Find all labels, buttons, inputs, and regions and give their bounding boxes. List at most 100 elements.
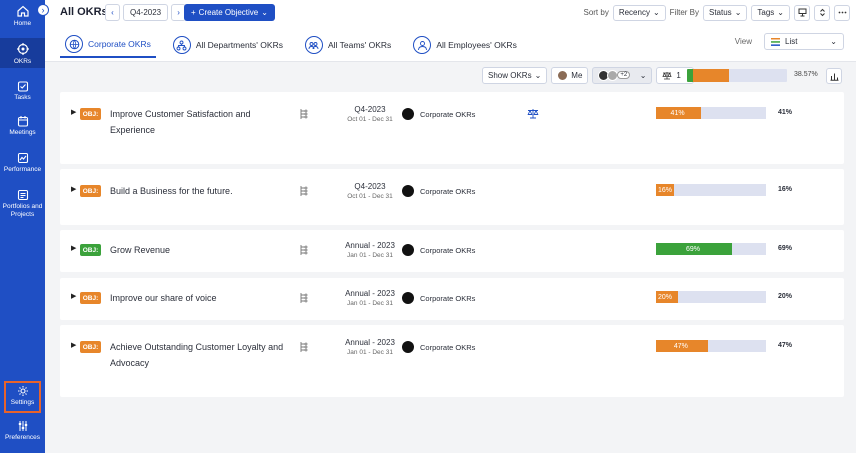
- sidebar-item-portfolios[interactable]: Portfolios and Projects: [0, 189, 45, 225]
- expand-caret-icon[interactable]: ▶: [71, 341, 76, 349]
- tab-employees-okrs[interactable]: All Employees' OKRs: [408, 32, 522, 58]
- quarter-selector[interactable]: Q4-2023: [123, 4, 169, 21]
- sidebar-item-preferences[interactable]: Preferences: [0, 420, 45, 448]
- period-label: Annual - 2023: [345, 241, 395, 250]
- chevron-down-icon: ⌄: [534, 70, 542, 80]
- owner-avatar: [402, 185, 414, 197]
- objective-card[interactable]: ▶ OBJ: Grow Revenue Annual - 2023 Jan 01…: [60, 230, 844, 272]
- owner-avatar: [402, 292, 414, 304]
- sidebar: Home › OKRs Tasks Meetings Performance P…: [0, 0, 49, 453]
- overall-progress-bar: [687, 69, 787, 82]
- tab-label: All Departments' OKRs: [195, 40, 283, 50]
- owner-name: Corporate OKRs: [420, 109, 476, 119]
- period-label: Q4-2023: [354, 182, 386, 191]
- objective-owner[interactable]: Corporate OKRs: [402, 292, 475, 304]
- sort-dropdown[interactable]: Recency ⌄: [612, 4, 666, 21]
- sidebar-item-label: Home: [13, 20, 32, 27]
- tab-corporate-okrs[interactable]: Corporate OKRs: [60, 32, 156, 58]
- sidebar-item-tasks[interactable]: Tasks: [0, 80, 45, 104]
- filter-by-label: Filter By: [669, 8, 699, 17]
- tasks-icon: [17, 81, 28, 92]
- chevron-down-icon: ⌄: [830, 37, 837, 46]
- gear-icon: [17, 386, 28, 396]
- progress-bar-label: 47%: [673, 342, 688, 350]
- tab-departments-okrs[interactable]: All Departments' OKRs: [168, 32, 288, 58]
- tab-teams-okrs[interactable]: All Teams' OKRs: [300, 32, 396, 58]
- view-control: View List ⌄: [735, 33, 844, 50]
- objective-title[interactable]: Build a Business for the future.: [110, 183, 285, 199]
- objective-owner[interactable]: Corporate OKRs: [402, 341, 475, 353]
- hierarchy-icon: [172, 36, 191, 54]
- sidebar-item-label: OKRs: [13, 58, 32, 65]
- sidebar-item-settings[interactable]: Settings: [4, 381, 41, 413]
- expand-caret-icon[interactable]: ▶: [71, 108, 76, 116]
- objective-card[interactable]: ▶ OBJ: Achieve Outstanding Customer Loya…: [60, 325, 844, 397]
- objective-title[interactable]: Improve Customer Satisfaction and Experi…: [110, 106, 285, 138]
- sidebar-toggle-button[interactable]: ›: [37, 4, 49, 16]
- objective-period: Annual - 2023 Jan 01 - Dec 31: [330, 241, 410, 259]
- progress-percent: 41%: [778, 109, 793, 116]
- tags-filter-dropdown[interactable]: Tags ⌄: [751, 4, 790, 21]
- progress-percent: 47%: [778, 342, 793, 349]
- calendar-icon: [17, 116, 28, 127]
- team-icon: [304, 36, 323, 54]
- owner-name: Corporate OKRs: [420, 245, 476, 255]
- view-label: View: [734, 37, 752, 46]
- balance-icon[interactable]: [527, 108, 539, 119]
- create-objective-button[interactable]: + Create Objective ⌄: [184, 4, 275, 21]
- sidebar-item-label: Preferences: [4, 434, 41, 441]
- alignment-tree-icon[interactable]: [298, 185, 308, 197]
- period-dates: Jan 01 - Dec 31: [347, 252, 393, 259]
- presentation-button[interactable]: [794, 4, 810, 21]
- progress-bar-label: 20%: [658, 293, 673, 301]
- more-options-button[interactable]: [834, 4, 850, 21]
- tab-label: Corporate OKRs: [88, 39, 151, 49]
- expand-caret-icon[interactable]: ▶: [71, 185, 76, 193]
- alignment-tree-icon[interactable]: [298, 108, 308, 120]
- chevron-down-icon: ⌄: [652, 8, 660, 17]
- alignment-tree-icon[interactable]: [298, 292, 308, 304]
- objective-title[interactable]: Grow Revenue: [110, 242, 285, 258]
- chevron-down-icon: ⌄: [777, 8, 784, 17]
- expand-caret-icon[interactable]: ▶: [71, 292, 76, 300]
- sidebar-item-okrs[interactable]: OKRs: [0, 38, 45, 68]
- globe-icon: [65, 35, 83, 53]
- objective-title[interactable]: Improve our share of voice: [110, 290, 285, 306]
- objective-badge: OBJ:: [80, 292, 101, 304]
- filters-bar: Sort by Recency ⌄ Filter By Status ⌄ Tags ⌄: [583, 4, 850, 21]
- avatar: [557, 69, 569, 81]
- status-label: Status: [709, 8, 732, 17]
- prev-quarter-button[interactable]: ‹: [105, 4, 120, 21]
- objective-owner[interactable]: Corporate OKRs: [402, 108, 475, 120]
- performance-icon: [17, 152, 28, 164]
- sidebar-item-meetings[interactable]: Meetings: [0, 115, 45, 141]
- owner-avatar: [402, 108, 414, 120]
- sidebar-item-label: Settings: [10, 399, 35, 406]
- view-dropdown[interactable]: List ⌄: [764, 33, 844, 50]
- objective-progress-bar: 47%: [656, 340, 766, 352]
- expand-collapse-button[interactable]: [814, 4, 830, 21]
- sidebar-item-performance[interactable]: Performance: [0, 152, 45, 178]
- objective-progress-bar: 20%: [656, 291, 766, 303]
- show-okrs-dropdown[interactable]: Show OKRs ⌄: [482, 66, 548, 84]
- objective-card[interactable]: ▶ OBJ: Build a Business for the future. …: [60, 169, 844, 225]
- alignment-tree-icon[interactable]: [298, 244, 308, 256]
- objective-period: Annual - 2023 Jan 01 - Dec 31: [330, 338, 410, 356]
- owner-name: Corporate OKRs: [420, 293, 476, 303]
- me-filter-button[interactable]: Me: [551, 66, 589, 84]
- alignment-tree-icon[interactable]: [298, 341, 308, 353]
- progress-bar-label: 16%: [658, 186, 673, 194]
- objective-card[interactable]: ▶ OBJ: Improve our share of voice Annual…: [60, 278, 844, 320]
- me-label: Me: [571, 70, 583, 80]
- objective-owner[interactable]: Corporate OKRs: [402, 185, 475, 197]
- objective-progress-bar: 41%: [656, 107, 766, 119]
- avatar-group-dropdown[interactable]: +2 ⌄: [592, 66, 653, 84]
- objective-period: Annual - 2023 Jan 01 - Dec 31: [330, 289, 410, 307]
- objective-card[interactable]: ▶ OBJ: Improve Customer Satisfaction and…: [60, 92, 844, 164]
- objective-progress-bar: 16%: [656, 184, 766, 196]
- objective-owner[interactable]: Corporate OKRs: [402, 244, 475, 256]
- objective-title[interactable]: Achieve Outstanding Customer Loyalty and…: [110, 339, 285, 371]
- expand-caret-icon[interactable]: ▶: [71, 244, 76, 252]
- chart-button[interactable]: [826, 68, 842, 84]
- status-filter-dropdown[interactable]: Status ⌄: [703, 4, 748, 21]
